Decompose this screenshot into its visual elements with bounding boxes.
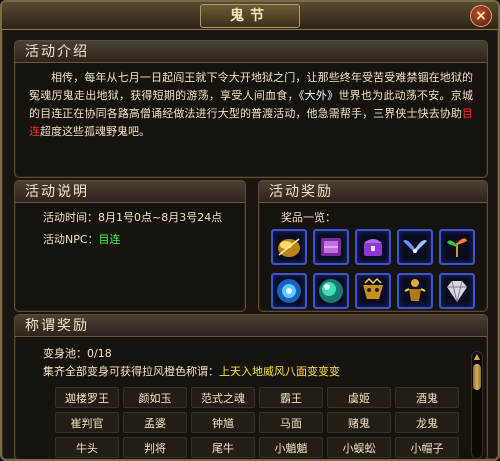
reward-slot-4[interactable]	[397, 229, 433, 265]
collect-all-label: 集齐全部变身可获得拉风橙色称谓：	[43, 365, 219, 378]
reward-slot-1[interactable]	[271, 229, 307, 265]
blue-wings-icon	[403, 240, 427, 253]
transform-pool-value: 0/18	[87, 347, 112, 360]
event-time-line: 活动时间：8月1号0点~8月3号24点	[15, 209, 245, 225]
reward-slot-9[interactable]	[397, 273, 433, 309]
blue-swirl-orb-icon	[277, 279, 301, 303]
rewards-panel: 活动奖励 奖品一览：	[258, 180, 488, 312]
reward-slot-10[interactable]	[439, 273, 475, 309]
title-rewards-panel: 称谓奖励 变身池：0/18 集齐全部变身可获得拉风橙色称谓：上天入地威风八面变变…	[14, 314, 488, 459]
golden-mask-icon	[363, 277, 383, 299]
reward-slot-6[interactable]	[271, 273, 307, 309]
reward-slot-7[interactable]	[313, 273, 349, 309]
transform-pool-label: 变身池：	[43, 347, 87, 360]
event-npc-label: 活动NPC：	[43, 233, 99, 246]
golden-orb-icon	[278, 238, 300, 257]
title-cell[interactable]: 尾牛	[191, 437, 255, 458]
event-npc-link[interactable]: 目连	[99, 233, 121, 246]
reward-slot-2[interactable]	[313, 229, 349, 265]
golden-figure-icon	[404, 279, 426, 301]
close-button[interactable]: ×	[470, 5, 492, 27]
title-cell[interactable]: 酒鬼	[395, 387, 459, 408]
title-cell[interactable]: 龙鬼	[395, 412, 459, 433]
title-rewards-header: 称谓奖励	[15, 315, 487, 337]
title-cell[interactable]: 崔判官	[55, 412, 119, 433]
purple-book-icon	[321, 238, 341, 256]
title-cell[interactable]: 小帽子	[395, 437, 459, 458]
rewards-header: 活动奖励	[259, 181, 487, 203]
title-cell[interactable]: 霸王	[259, 387, 323, 408]
reward-slot-8[interactable]	[355, 273, 391, 309]
rewards-caption: 奖品一览：	[281, 211, 336, 224]
title-cell[interactable]: 牛头	[55, 437, 119, 458]
transform-pool-line: 变身池：0/18	[43, 345, 487, 363]
description-panel: 活动说明 活动时间：8月1号0点~8月3号24点 活动NPC：目连	[14, 180, 246, 312]
green-orb-icon	[319, 279, 343, 303]
intro-panel: 活动介绍 相传，每年从七月一日起阎王就下令大开地狱之门，让那些终年受苦受难禁锢在…	[14, 40, 488, 178]
title-cell[interactable]: 马面	[259, 412, 323, 433]
diamond-icon	[447, 280, 467, 303]
scroll-thumb[interactable]	[473, 364, 481, 390]
intro-text: 相传，每年从七月一日起阎王就下令大开地狱之门，让那些终年受苦受难禁锢在地狱的冤魂…	[15, 63, 487, 141]
scroll-up-icon[interactable]: ▲	[472, 352, 482, 362]
title-cell[interactable]: 孟婆	[123, 412, 187, 433]
orange-title-reward: 上天入地威风八面变变变	[219, 365, 340, 378]
description-header: 活动说明	[15, 181, 245, 203]
title-cell[interactable]: 范式之魂	[191, 387, 255, 408]
title-cell[interactable]: 虞姬	[327, 387, 391, 408]
title-cell[interactable]: 钟馗	[191, 412, 255, 433]
reward-grid	[271, 229, 481, 309]
intro-header: 活动介绍	[15, 41, 487, 63]
book-title: 《大外》	[298, 89, 339, 102]
window-title: 鬼节	[200, 4, 300, 28]
green-sprout-icon	[447, 238, 467, 257]
title-cell[interactable]: 赌鬼	[327, 412, 391, 433]
title-cell[interactable]: 判将	[123, 437, 187, 458]
reward-slot-5[interactable]	[439, 229, 475, 265]
title-cell[interactable]: 小蜈蚣	[327, 437, 391, 458]
event-npc-line: 活动NPC：目连	[15, 231, 245, 247]
intro-text-part3: 超度这些孤魂野鬼吧。	[40, 125, 150, 138]
title-scrollbar[interactable]: ▲	[471, 351, 483, 459]
title-cell[interactable]: 迦楼罗王	[55, 387, 119, 408]
title-stats: 变身池：0/18 集齐全部变身可获得拉风橙色称谓：上天入地威风八面变变变	[15, 337, 487, 381]
purple-chest-icon	[364, 239, 382, 256]
title-grid: 迦楼罗王 颜如玉 范式之魂 霸王 虞姬 酒鬼 崔判官 孟婆 钟馗 马面 赌鬼 龙…	[55, 387, 467, 458]
title-cell[interactable]: 颜如玉	[123, 387, 187, 408]
collect-all-line: 集齐全部变身可获得拉风橙色称谓：上天入地威风八面变变变	[43, 363, 487, 381]
event-time-label: 活动时间：	[43, 211, 98, 224]
event-window: 鬼节 × 活动介绍 相传，每年从七月一日起阎王就下令大开地狱之门，让那些终年受苦…	[0, 0, 500, 461]
title-cell[interactable]: 小魈魈	[259, 437, 323, 458]
title-bar[interactable]: 鬼节 ×	[2, 2, 498, 30]
reward-slot-3[interactable]	[355, 229, 391, 265]
event-time-value: 8月1号0点~8月3号24点	[98, 211, 223, 224]
